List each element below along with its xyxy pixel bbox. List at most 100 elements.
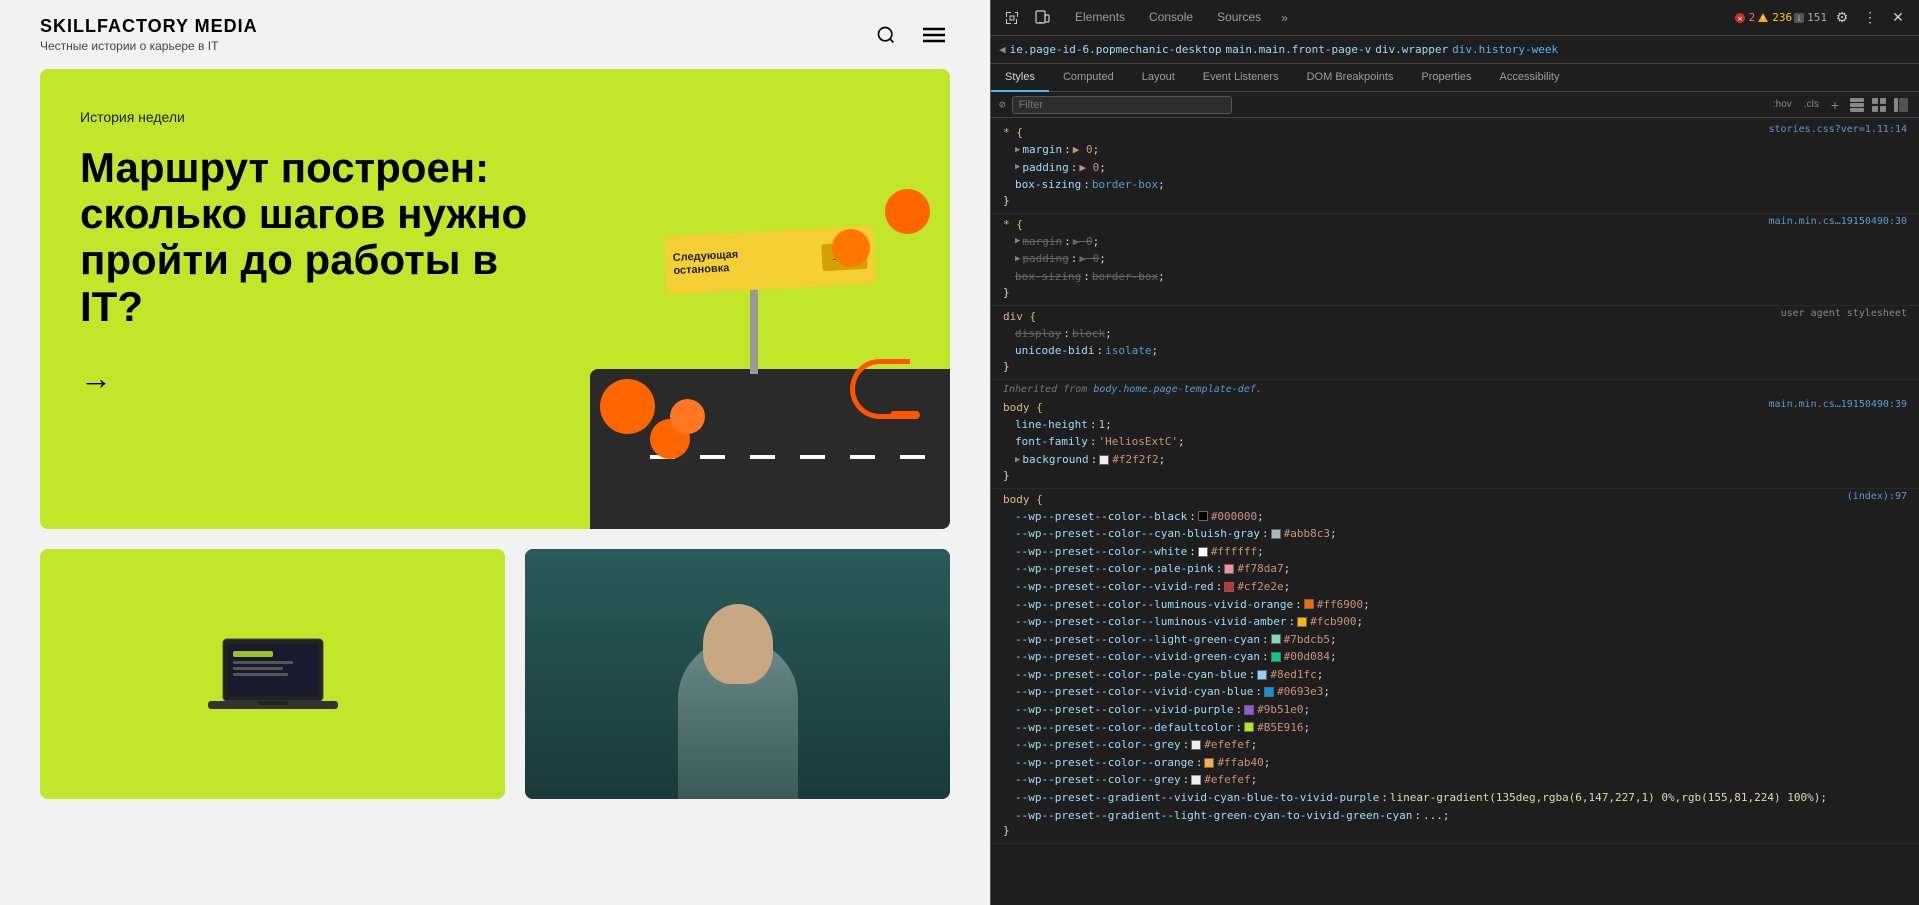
site-logo: SKILLFACTORY MEDIA	[40, 16, 258, 37]
swatch-black[interactable]	[1198, 511, 1208, 521]
css-rule-0-1: ▶ padding: ▶ 0;	[991, 159, 1919, 177]
site-tagline: Честные истории о карьере в IT	[40, 39, 258, 53]
css-selector-4: body {	[991, 491, 1919, 508]
menu-button[interactable]	[918, 19, 950, 51]
css-rule-3-1: font-family: 'HeliosExtC';	[991, 433, 1919, 451]
cls-filter-button[interactable]: .cls	[1800, 98, 1823, 111]
expand-arrow[interactable]: ▶	[1015, 252, 1020, 266]
css-block-0: stories.css?ver=1.11:14 * { ▶ margin: ▶ …	[991, 122, 1919, 214]
inspect-element-button[interactable]	[999, 5, 1025, 31]
swatch-luminous-orange[interactable]	[1304, 599, 1314, 609]
tab-console[interactable]: Console	[1137, 4, 1205, 32]
css-source-1[interactable]: main.min.cs…19150490:30	[1769, 216, 1907, 227]
device-toolbar-button[interactable]	[1029, 5, 1055, 31]
css-var-grey: --wp--preset--color--grey: #efefef;	[991, 736, 1919, 754]
swatch-vivid-cyan-blue[interactable]	[1264, 687, 1274, 697]
css-source-0[interactable]: stories.css?ver=1.11:14	[1769, 124, 1907, 135]
view-grid-button[interactable]	[1869, 95, 1889, 115]
settings-button[interactable]: ⚙	[1829, 5, 1855, 31]
view-list-button[interactable]	[1847, 95, 1867, 115]
inherited-label: Inherited from body.home.page-template-d…	[991, 380, 1919, 397]
tab-more-button[interactable]: »	[1273, 5, 1296, 31]
css-var-vivid-red: --wp--preset--color--vivid-red: #cf2e2e;	[991, 578, 1919, 596]
css-rule-2-0: display: block;	[991, 325, 1919, 343]
styles-subtabs: Styles Computed Layout Event Listeners D…	[991, 64, 1919, 92]
swatch-vivid-red[interactable]	[1224, 582, 1234, 592]
css-source-3[interactable]: main.min.cs…19150490:39	[1769, 399, 1907, 410]
css-var-vivid-green-cyan: --wp--preset--color--vivid-green-cyan: #…	[991, 648, 1919, 666]
swatch-pale-pink[interactable]	[1224, 564, 1234, 574]
tab-sources[interactable]: Sources	[1205, 4, 1273, 32]
css-rule-3-2: ▶ background: #f2f2f2;	[991, 451, 1919, 469]
breadcrumb: ◀ ie.page-id-6.popmechanic-desktop main.…	[991, 36, 1919, 64]
expand-arrow[interactable]: ▶	[1015, 160, 1020, 174]
svg-text:!: !	[1761, 15, 1765, 23]
more-options-button[interactable]: ⋮	[1857, 5, 1883, 31]
css-var-orange: --wp--preset--color--orange: #ffab40;	[991, 754, 1919, 772]
css-source-4[interactable]: (index):97	[1847, 491, 1907, 502]
breadcrumb-item-1[interactable]: main.main.front-page-v	[1226, 43, 1372, 56]
swatch-grey[interactable]	[1191, 740, 1201, 750]
filter-icon: ⊘	[999, 98, 1006, 111]
search-button[interactable]	[870, 19, 902, 51]
css-var-luminous-orange: --wp--preset--color--luminous-vivid-oran…	[991, 596, 1919, 614]
tab-elements[interactable]: Elements	[1063, 4, 1137, 32]
css-source-2[interactable]: user agent stylesheet	[1781, 308, 1907, 319]
subtab-properties[interactable]: Properties	[1407, 64, 1485, 92]
svg-text:✕: ✕	[1737, 14, 1742, 23]
css-rule-0-2: box-sizing: border-box;	[991, 176, 1919, 194]
swatch-luminous-amber[interactable]	[1297, 617, 1307, 627]
breadcrumb-item-0[interactable]: ie.page-id-6.popmechanic-desktop	[1010, 43, 1222, 56]
swatch-cyan-bluish[interactable]	[1271, 529, 1281, 539]
hov-filter-button[interactable]: :hov	[1769, 98, 1796, 111]
add-style-button[interactable]: +	[1827, 97, 1843, 113]
filter-input[interactable]	[1012, 96, 1232, 114]
swatch-defaultcolor[interactable]	[1244, 722, 1254, 732]
css-var-vivid-purple: --wp--preset--color--vivid-purple: #9b51…	[991, 701, 1919, 719]
inherited-source-link[interactable]: body.home.page-template-def.	[1093, 384, 1262, 395]
swatch-orange[interactable]	[1204, 758, 1214, 768]
close-devtools-button[interactable]: ✕	[1885, 5, 1911, 31]
view-sidebar-button[interactable]	[1891, 95, 1911, 115]
swatch-white[interactable]	[1198, 547, 1208, 557]
filter-view-buttons	[1847, 95, 1911, 115]
info-badge: i 151	[1794, 11, 1827, 24]
bottom-card-left	[40, 549, 505, 799]
info-icon: i	[1794, 13, 1804, 23]
laptop-icon	[203, 629, 343, 719]
breadcrumb-item-3[interactable]: div.history-week	[1452, 43, 1558, 56]
devtools-right-icons: ✕ 2 ! 236 i 151 ⚙ ⋮ ✕	[1734, 5, 1911, 31]
subtab-computed[interactable]: Computed	[1049, 64, 1128, 92]
expand-arrow[interactable]: ▶	[1015, 234, 1020, 248]
expand-arrow[interactable]: ▶	[1015, 453, 1020, 467]
subtab-layout[interactable]: Layout	[1128, 64, 1189, 92]
color-swatch-bg[interactable]	[1099, 455, 1109, 465]
css-block-2: user agent stylesheet div { display: blo…	[991, 306, 1919, 380]
swatch-light-green-cyan[interactable]	[1271, 634, 1281, 644]
css-var-light-green-cyan: --wp--preset--color--light-green-cyan: #…	[991, 631, 1919, 649]
subtab-event-listeners[interactable]: Event Listeners	[1189, 64, 1293, 92]
subtab-styles[interactable]: Styles	[991, 64, 1049, 92]
styles-filter-bar: ⊘ :hov .cls +	[991, 92, 1919, 118]
swatch-vivid-purple[interactable]	[1244, 705, 1254, 715]
swatch-vivid-green-cyan[interactable]	[1271, 652, 1281, 662]
css-var-pale-cyan-blue: --wp--preset--color--pale-cyan-blue: #8e…	[991, 666, 1919, 684]
css-var-vivid-cyan-blue: --wp--preset--color--vivid-cyan-blue: #0…	[991, 683, 1919, 701]
breadcrumb-item-2[interactable]: div.wrapper	[1375, 43, 1448, 56]
svg-text:i: i	[1797, 14, 1801, 22]
subtab-dom-breakpoints[interactable]: DOM Breakpoints	[1293, 64, 1408, 92]
expand-arrow[interactable]: ▶	[1015, 143, 1020, 157]
hero-arrow: →	[80, 360, 112, 397]
css-content-area[interactable]: stories.css?ver=1.11:14 * { ▶ margin: ▶ …	[991, 118, 1919, 905]
css-var-defaultcolor: --wp--preset--color--defaultcolor: #B5E9…	[991, 719, 1919, 737]
css-var-light-green-cyan-to-vivid: --wp--preset--gradient--light-green-cyan…	[991, 807, 1919, 825]
css-var-pale-pink: --wp--preset--color--pale-pink: #f78da7;	[991, 560, 1919, 578]
swatch-grey2[interactable]	[1191, 775, 1201, 785]
hero-title: Маршрут построен: сколько шагов нужно пр…	[80, 145, 560, 330]
subtab-accessibility[interactable]: Accessibility	[1486, 64, 1574, 92]
swatch-pale-cyan-blue[interactable]	[1257, 670, 1267, 680]
css-var-vivid-cyan-blue-to-vivid-purple: --wp--preset--gradient--vivid-cyan-blue-…	[991, 789, 1919, 807]
breadcrumb-back-arrow[interactable]: ◀	[999, 43, 1006, 56]
css-rule-1-2: box-sizing: border-box;	[991, 268, 1919, 286]
css-block-1: main.min.cs…19150490:30 * { ▶ margin: ▶ …	[991, 214, 1919, 306]
